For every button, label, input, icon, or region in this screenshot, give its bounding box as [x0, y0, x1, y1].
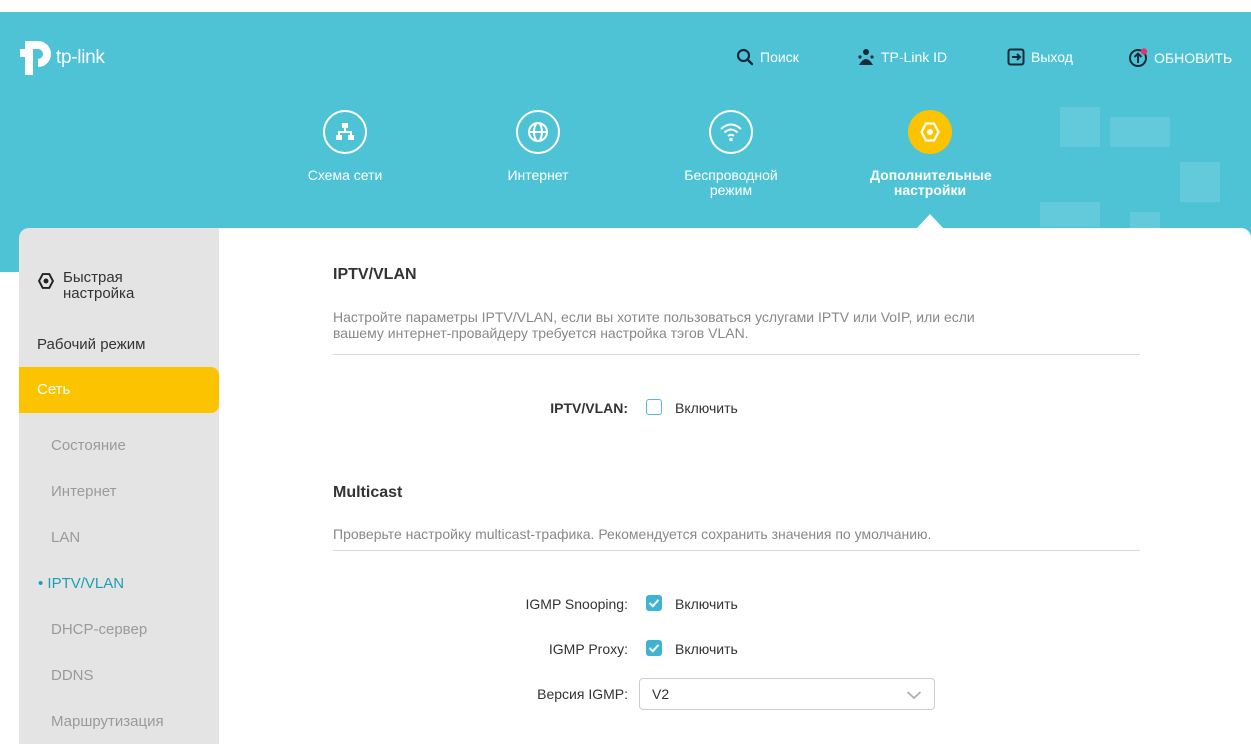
active-tab-caret: [917, 214, 943, 228]
sidebar-item-network[interactable]: Сеть: [19, 367, 219, 413]
search-icon: [736, 48, 754, 66]
multicast-section-description: Проверьте настройку multicast-трафика. Р…: [333, 526, 932, 542]
checkmark-icon: [648, 644, 660, 653]
iptv-section-title: IPTV/VLAN: [333, 266, 417, 283]
igmp-proxy-enable-label[interactable]: Включить: [675, 641, 738, 657]
logout-link[interactable]: Выход: [1007, 48, 1073, 66]
quick-setup-label: Быстрая настройка: [63, 269, 135, 302]
chevron-down-icon: [906, 691, 922, 700]
sidebar-item-work-mode[interactable]: Рабочий режим: [37, 336, 237, 353]
work-mode-label: Рабочий режим: [37, 336, 146, 353]
multicast-divider: [333, 550, 1140, 551]
search-link[interactable]: Поиск: [736, 48, 799, 66]
checkmark-icon: [648, 599, 660, 608]
tab-wireless-label: Беспроводной режим: [684, 167, 778, 198]
igmp-version-value: V2: [652, 686, 670, 702]
search-label: Поиск: [760, 49, 799, 65]
multicast-section-title: Multicast: [333, 484, 403, 501]
igmp-proxy-checkbox[interactable]: [646, 640, 662, 656]
tab-advanced[interactable]: Дополнительные настройки: [870, 110, 992, 198]
igmp-snooping-checkbox[interactable]: [646, 595, 662, 611]
igmp-proxy-label: IGMP Proxy:: [548, 641, 628, 657]
network-map-icon: [323, 110, 367, 154]
quick-setup-icon: [37, 273, 55, 289]
igmp-version-select[interactable]: V2: [639, 678, 935, 710]
tab-advanced-label: Дополнительные настройки: [870, 167, 992, 198]
igmp-snooping-enable-label[interactable]: Включить: [675, 596, 738, 612]
iptv-vlan-label: IPTV/VLAN:: [550, 400, 628, 416]
main-content: IPTV/VLAN Настройте параметры IPTV/VLAN,…: [219, 228, 1251, 744]
top-navigation: Поиск TP-Link ID Выход ОБНОВИТЬ: [0, 48, 1251, 72]
igmp-version-label: Версия IGMP:: [537, 686, 628, 702]
network-label: Сеть: [37, 381, 71, 398]
sidebar-item-quick-setup[interactable]: Быстрая настройка: [37, 270, 207, 302]
iptv-divider: [333, 354, 1140, 355]
logout-icon: [1007, 48, 1025, 66]
sidebar-sub-iptv-vlan[interactable]: • IPTV/VLAN: [38, 575, 238, 592]
tab-internet[interactable]: Интернет: [478, 110, 598, 183]
iptv-section-description: Настройте параметры IPTV/VLAN, если вы х…: [333, 309, 975, 341]
user-id-icon: [858, 49, 874, 65]
top-strip: [0, 0, 1251, 12]
iptv-vlan-enable-checkbox[interactable]: [646, 399, 662, 415]
tab-wireless[interactable]: Беспроводной режим: [671, 110, 791, 198]
tab-network-map-label: Схема сети: [307, 167, 383, 183]
iptv-vlan-enable-label[interactable]: Включить: [675, 400, 738, 416]
sidebar: Быстрая настройка Рабочий режим Сеть Сос…: [19, 228, 219, 744]
tab-network-map[interactable]: Схема сети: [285, 110, 405, 183]
wifi-icon: [709, 110, 753, 154]
advanced-settings-icon: [908, 110, 952, 154]
update-icon: [1129, 48, 1148, 67]
update-link[interactable]: ОБНОВИТЬ: [1128, 48, 1232, 68]
logout-label: Выход: [1031, 49, 1073, 65]
update-label: ОБНОВИТЬ: [1154, 50, 1233, 66]
igmp-snooping-label: IGMP Snooping:: [525, 596, 628, 612]
globe-icon: [516, 110, 560, 154]
tplink-id-link[interactable]: TP-Link ID: [857, 48, 947, 66]
tplink-id-label: TP-Link ID: [881, 49, 948, 65]
tab-internet-label: Интернет: [507, 167, 569, 183]
